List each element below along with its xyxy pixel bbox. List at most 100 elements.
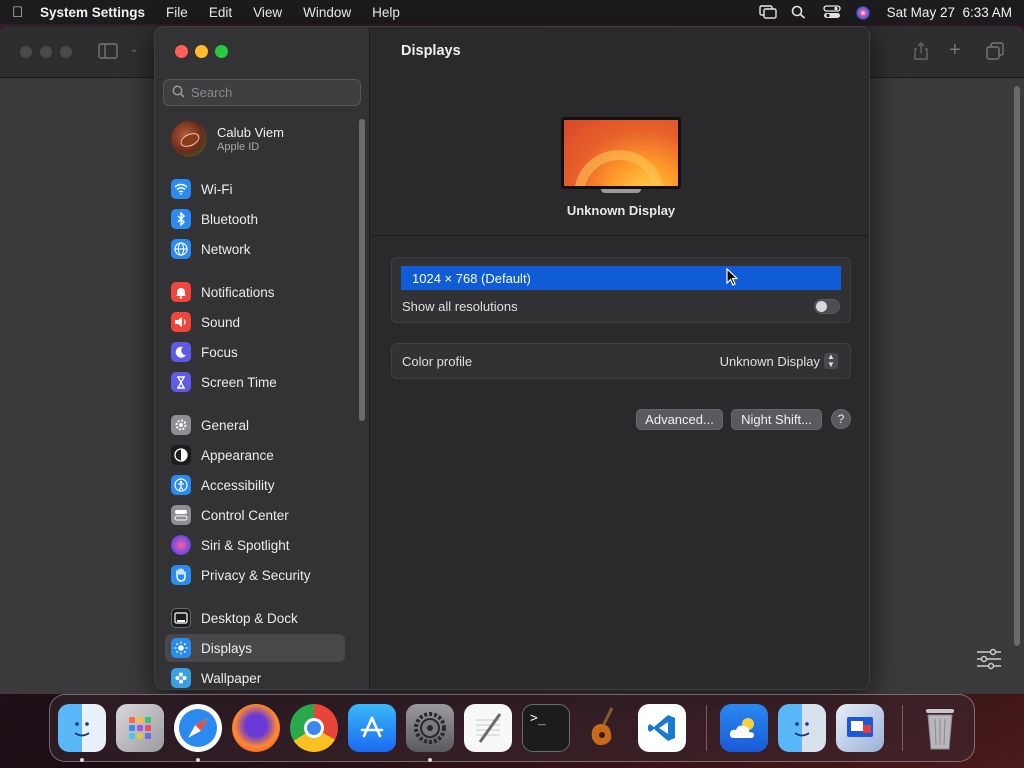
resolution-label: 1024 × 768 (Default) [412, 270, 531, 286]
sidebar-item-accessibility[interactable]: Accessibility [165, 471, 345, 499]
bell-icon [171, 282, 191, 302]
dock-garageband-icon[interactable] [580, 704, 628, 752]
sidebar-item-label: Appearance [201, 447, 274, 463]
show-all-resolutions-toggle[interactable] [814, 299, 840, 314]
sidebar-item-notifications[interactable]: Notifications [165, 278, 345, 306]
dock-firefox-icon[interactable] [232, 704, 280, 752]
apple-menu-icon[interactable]:  [12, 4, 40, 21]
sun-icon [171, 638, 191, 658]
dock-weather-icon[interactable] [720, 704, 768, 752]
search-field[interactable] [163, 79, 361, 106]
sidebar-item-label: Focus [201, 344, 238, 360]
zoom-window-icon[interactable] [215, 45, 228, 58]
screen-mirroring-icon[interactable] [758, 5, 777, 19]
color-profile-panel: Color profile Unknown Display ▲ ▼ [391, 343, 851, 379]
menu-bar:  System Settings File Edit View Window … [0, 0, 1024, 24]
sidebar-item-control-center[interactable]: Control Center [165, 501, 345, 529]
new-tab-icon[interactable]: + [949, 39, 961, 62]
menu-help[interactable]: Help [372, 5, 400, 20]
dock-separator [902, 705, 903, 751]
speaker-icon [171, 312, 191, 332]
advanced-button[interactable]: Advanced... [636, 409, 723, 430]
help-button[interactable]: ? [831, 409, 851, 429]
chevron-down-icon[interactable]: ⌄ [130, 44, 138, 55]
search-icon [172, 85, 185, 101]
sidebar-item-siri-spotlight[interactable]: Siri & Spotlight [165, 531, 345, 559]
menu-app-name[interactable]: System Settings [40, 5, 145, 20]
sidebar-item-sound[interactable]: Sound [165, 308, 345, 336]
sidebar-item-desktop-dock[interactable]: Desktop & Dock [165, 604, 345, 632]
page-title: Displays [401, 43, 461, 59]
sidebar-item-label: Screen Time [201, 374, 277, 390]
sliders-icon[interactable] [976, 648, 1002, 676]
minimize-window-icon[interactable] [195, 45, 208, 58]
bluetooth-icon [171, 209, 191, 229]
sidebar-item-label: Displays [201, 640, 253, 656]
sidebar-item-wifi[interactable]: Wi-Fi [165, 175, 345, 203]
sidebar: Calub Viem Apple ID Wi-Fi Bluetooth Netw… [155, 27, 370, 689]
dock-finder-icon[interactable] [58, 704, 106, 752]
resolution-option-selected[interactable]: 1024 × 768 (Default) [401, 266, 841, 290]
sidebar-item-general[interactable]: General [165, 411, 345, 439]
sidebar-scrollbar[interactable] [359, 119, 365, 421]
dock-app-store-icon[interactable] [348, 704, 396, 752]
displays-pane: Displays Unknown Display 1024 × 768 (Def… [371, 27, 869, 689]
sidebar-item-label: Siri & Spotlight [201, 537, 290, 553]
menu-edit[interactable]: Edit [209, 5, 232, 20]
color-profile-select[interactable]: Unknown Display ▲ ▼ [720, 353, 838, 369]
dock: >_ [49, 694, 975, 762]
hourglass-icon [171, 372, 191, 392]
sidebar-item-screen-time[interactable]: Screen Time [165, 368, 345, 396]
sidebar-item-displays[interactable]: Displays [165, 634, 345, 662]
display-preview[interactable] [561, 117, 681, 193]
apple-id-profile[interactable]: Calub Viem Apple ID [171, 121, 284, 157]
menu-view[interactable]: View [253, 5, 282, 20]
dock-finder-alt-icon[interactable] [778, 704, 826, 752]
sidebar-item-network[interactable]: Network [165, 235, 345, 263]
dock-textedit-icon[interactable] [464, 704, 512, 752]
dock-remote-desktop-icon[interactable] [836, 704, 884, 752]
bg-zoom-icon [60, 46, 72, 58]
sidebar-toggle-icon[interactable] [98, 43, 118, 62]
menu-window[interactable]: Window [303, 5, 351, 20]
dock-chrome-icon[interactable] [290, 704, 338, 752]
control-center-icon[interactable] [823, 5, 841, 19]
sidebar-item-label: Desktop & Dock [201, 610, 298, 626]
mouse-cursor-icon [726, 267, 739, 291]
color-profile-value: Unknown Display [719, 353, 820, 369]
close-window-icon[interactable] [175, 45, 188, 58]
search-input[interactable] [191, 85, 351, 100]
night-shift-button[interactable]: Night Shift... [731, 409, 822, 430]
sidebar-item-privacy-security[interactable]: Privacy & Security [165, 561, 345, 589]
switches-icon [171, 505, 191, 525]
dock-terminal-icon[interactable]: >_ [522, 704, 570, 752]
profile-name: Calub Viem [217, 125, 284, 140]
share-icon[interactable] [913, 41, 929, 64]
menu-file[interactable]: File [166, 5, 188, 20]
background-scrollbar[interactable] [1014, 86, 1020, 646]
flower-icon [171, 668, 191, 688]
sidebar-item-wallpaper[interactable]: Wallpaper [165, 664, 345, 689]
display-name: Unknown Display [566, 203, 676, 218]
dock-launchpad-icon[interactable] [116, 704, 164, 752]
tab-overview-icon[interactable] [986, 42, 1004, 63]
dock-safari-icon[interactable] [174, 704, 222, 752]
sidebar-item-label: Wallpaper [201, 670, 262, 686]
show-all-resolutions-label: Show all resolutions [402, 299, 518, 314]
sidebar-item-label: Network [201, 241, 251, 257]
spotlight-search-icon[interactable] [791, 5, 809, 19]
dock-system-settings-icon[interactable] [406, 704, 454, 752]
sidebar-item-label: General [201, 417, 250, 433]
sidebar-item-appearance[interactable]: Appearance [165, 441, 345, 469]
dock-separator [706, 705, 707, 751]
sidebar-item-focus[interactable]: Focus [165, 338, 345, 366]
moon-icon [171, 342, 191, 362]
dock-vscode-icon[interactable] [638, 704, 686, 752]
profile-subtitle: Apple ID [217, 141, 260, 153]
menu-clock[interactable]: Sat May 27 6:33 AM [887, 5, 1012, 20]
sidebar-item-bluetooth[interactable]: Bluetooth [165, 205, 345, 233]
siri-icon[interactable] [855, 5, 873, 20]
hand-icon [171, 565, 191, 585]
dock-icon [171, 608, 191, 628]
dock-trash-icon[interactable] [916, 704, 964, 752]
